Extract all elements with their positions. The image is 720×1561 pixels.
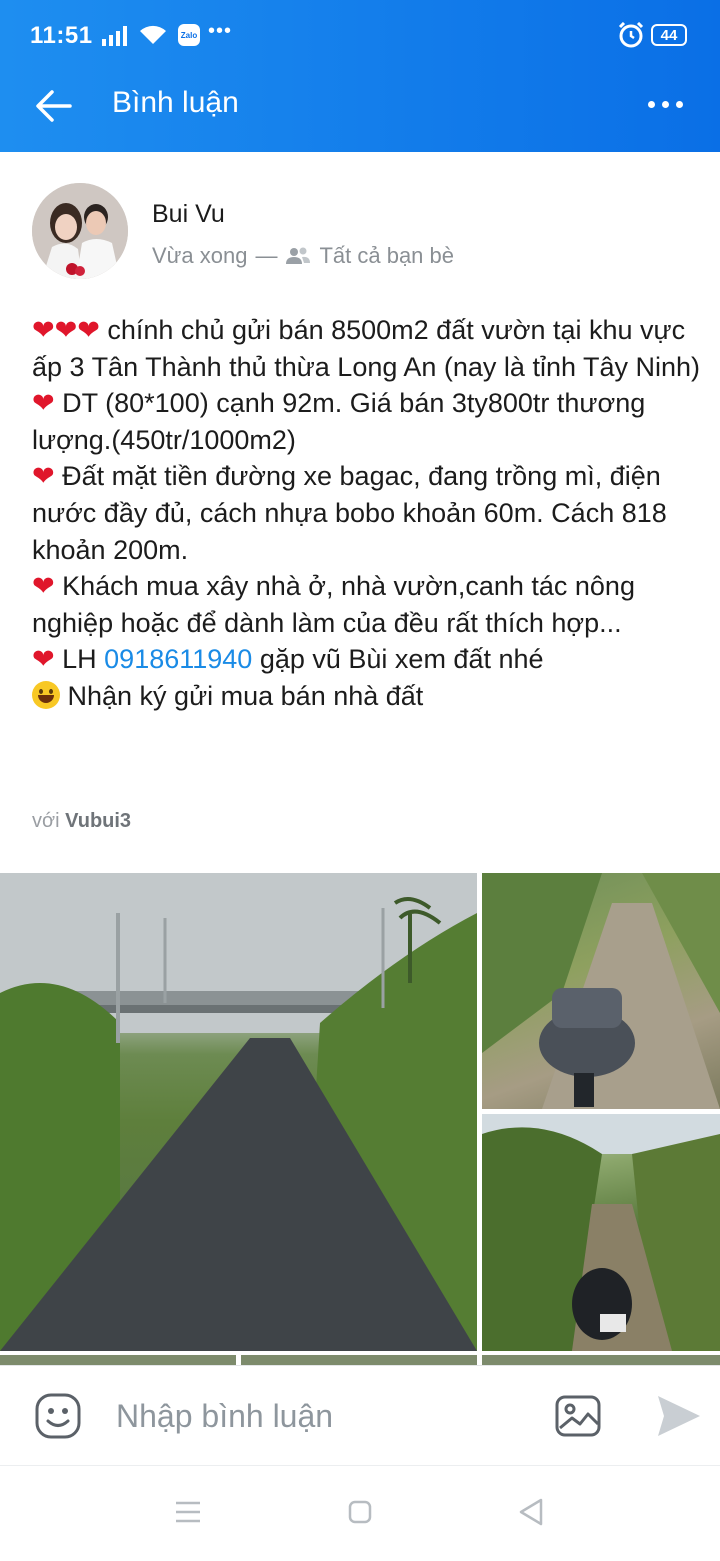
signal-icon [102,26,127,46]
friends-icon [286,247,311,264]
post-photo-thumb[interactable] [0,1355,236,1365]
heart-icon: ❤ [32,644,55,675]
back-button[interactable] [34,86,74,126]
post-audience[interactable]: Tất cả bạn bè [319,243,454,269]
heart-icon: ❤ [32,461,55,492]
meta-separator: — [255,243,278,268]
image-icon[interactable] [554,1394,602,1438]
system-nav-bar [0,1465,720,1561]
app-bar: Bình luận [0,56,720,152]
home-icon[interactable] [348,1500,372,1524]
send-icon[interactable] [654,1392,702,1440]
post-paragraph: ❤ Khách mua xây nhà ở, nhà vườn,canh tác… [32,571,635,638]
system-back-icon[interactable] [518,1498,544,1526]
post-photo-motorbike-path[interactable] [482,873,720,1109]
wifi-icon [140,25,166,44]
comment-bar: Nhập bình luận [0,1365,720,1466]
tag-prefix: với [32,810,60,832]
dot-icon [676,100,683,108]
post-photo-garden[interactable] [482,1114,720,1351]
tagged-line: với Vubui3 [32,810,131,833]
status-time: 11:51 [30,22,93,49]
heart-icon: ❤ [32,388,55,419]
alarm-icon [618,22,644,48]
author-avatar[interactable] [32,183,128,279]
post-photo-thumb[interactable] [482,1355,720,1365]
post-paragraph: ❤ Đất mặt tiền đường xe bagac, đang trồn… [32,461,667,565]
battery-indicator: 44 [651,24,687,46]
page-title: Bình luận [112,86,239,119]
post-paragraph: ❤ DT (80*100) cạnh 92m. Giá bán 3ty800tr… [32,388,646,455]
post-content: ❤❤❤ chính chủ gửi bán 8500m2 đất vườn tạ… [32,312,702,715]
comment-input[interactable]: Nhập bình luận [116,1398,333,1435]
post-meta: Vừa xong — Tất cả bạn bè [152,243,454,269]
post-paragraph: ❤ LH 0918611940 gặp vũ Bùi xem đất nhé [32,644,544,675]
dot-icon [648,100,655,108]
dot-icon [662,100,669,108]
top-header: 11:51 Zalo ••• 44 Bình luận [0,0,720,152]
post-time: Vừa xong [152,243,248,268]
phone-link[interactable]: 0918611940 [104,644,252,674]
heart-icon: ❤ [32,571,55,602]
author-name[interactable]: Bui Vu [152,200,225,229]
status-bar: 11:51 Zalo ••• 44 [0,0,720,56]
post-paragraph: ❤❤❤ chính chủ gửi bán 8500m2 đất vườn tạ… [32,315,701,382]
heart-icon: ❤❤❤ [32,315,100,345]
recent-apps-icon[interactable] [175,1500,201,1524]
post-photo-thumb[interactable] [241,1355,477,1365]
zalo-notification-icon: Zalo [178,24,200,46]
tagged-user[interactable]: Vubui3 [65,810,131,832]
post-photo-road[interactable] [0,873,477,1351]
sticker-icon[interactable] [34,1392,82,1440]
smile-icon [32,680,60,709]
more-notifications-icon: ••• [208,20,233,42]
more-options-button[interactable] [648,94,694,114]
post-paragraph: Nhận ký gửi mua bán nhà đất [32,678,702,715]
